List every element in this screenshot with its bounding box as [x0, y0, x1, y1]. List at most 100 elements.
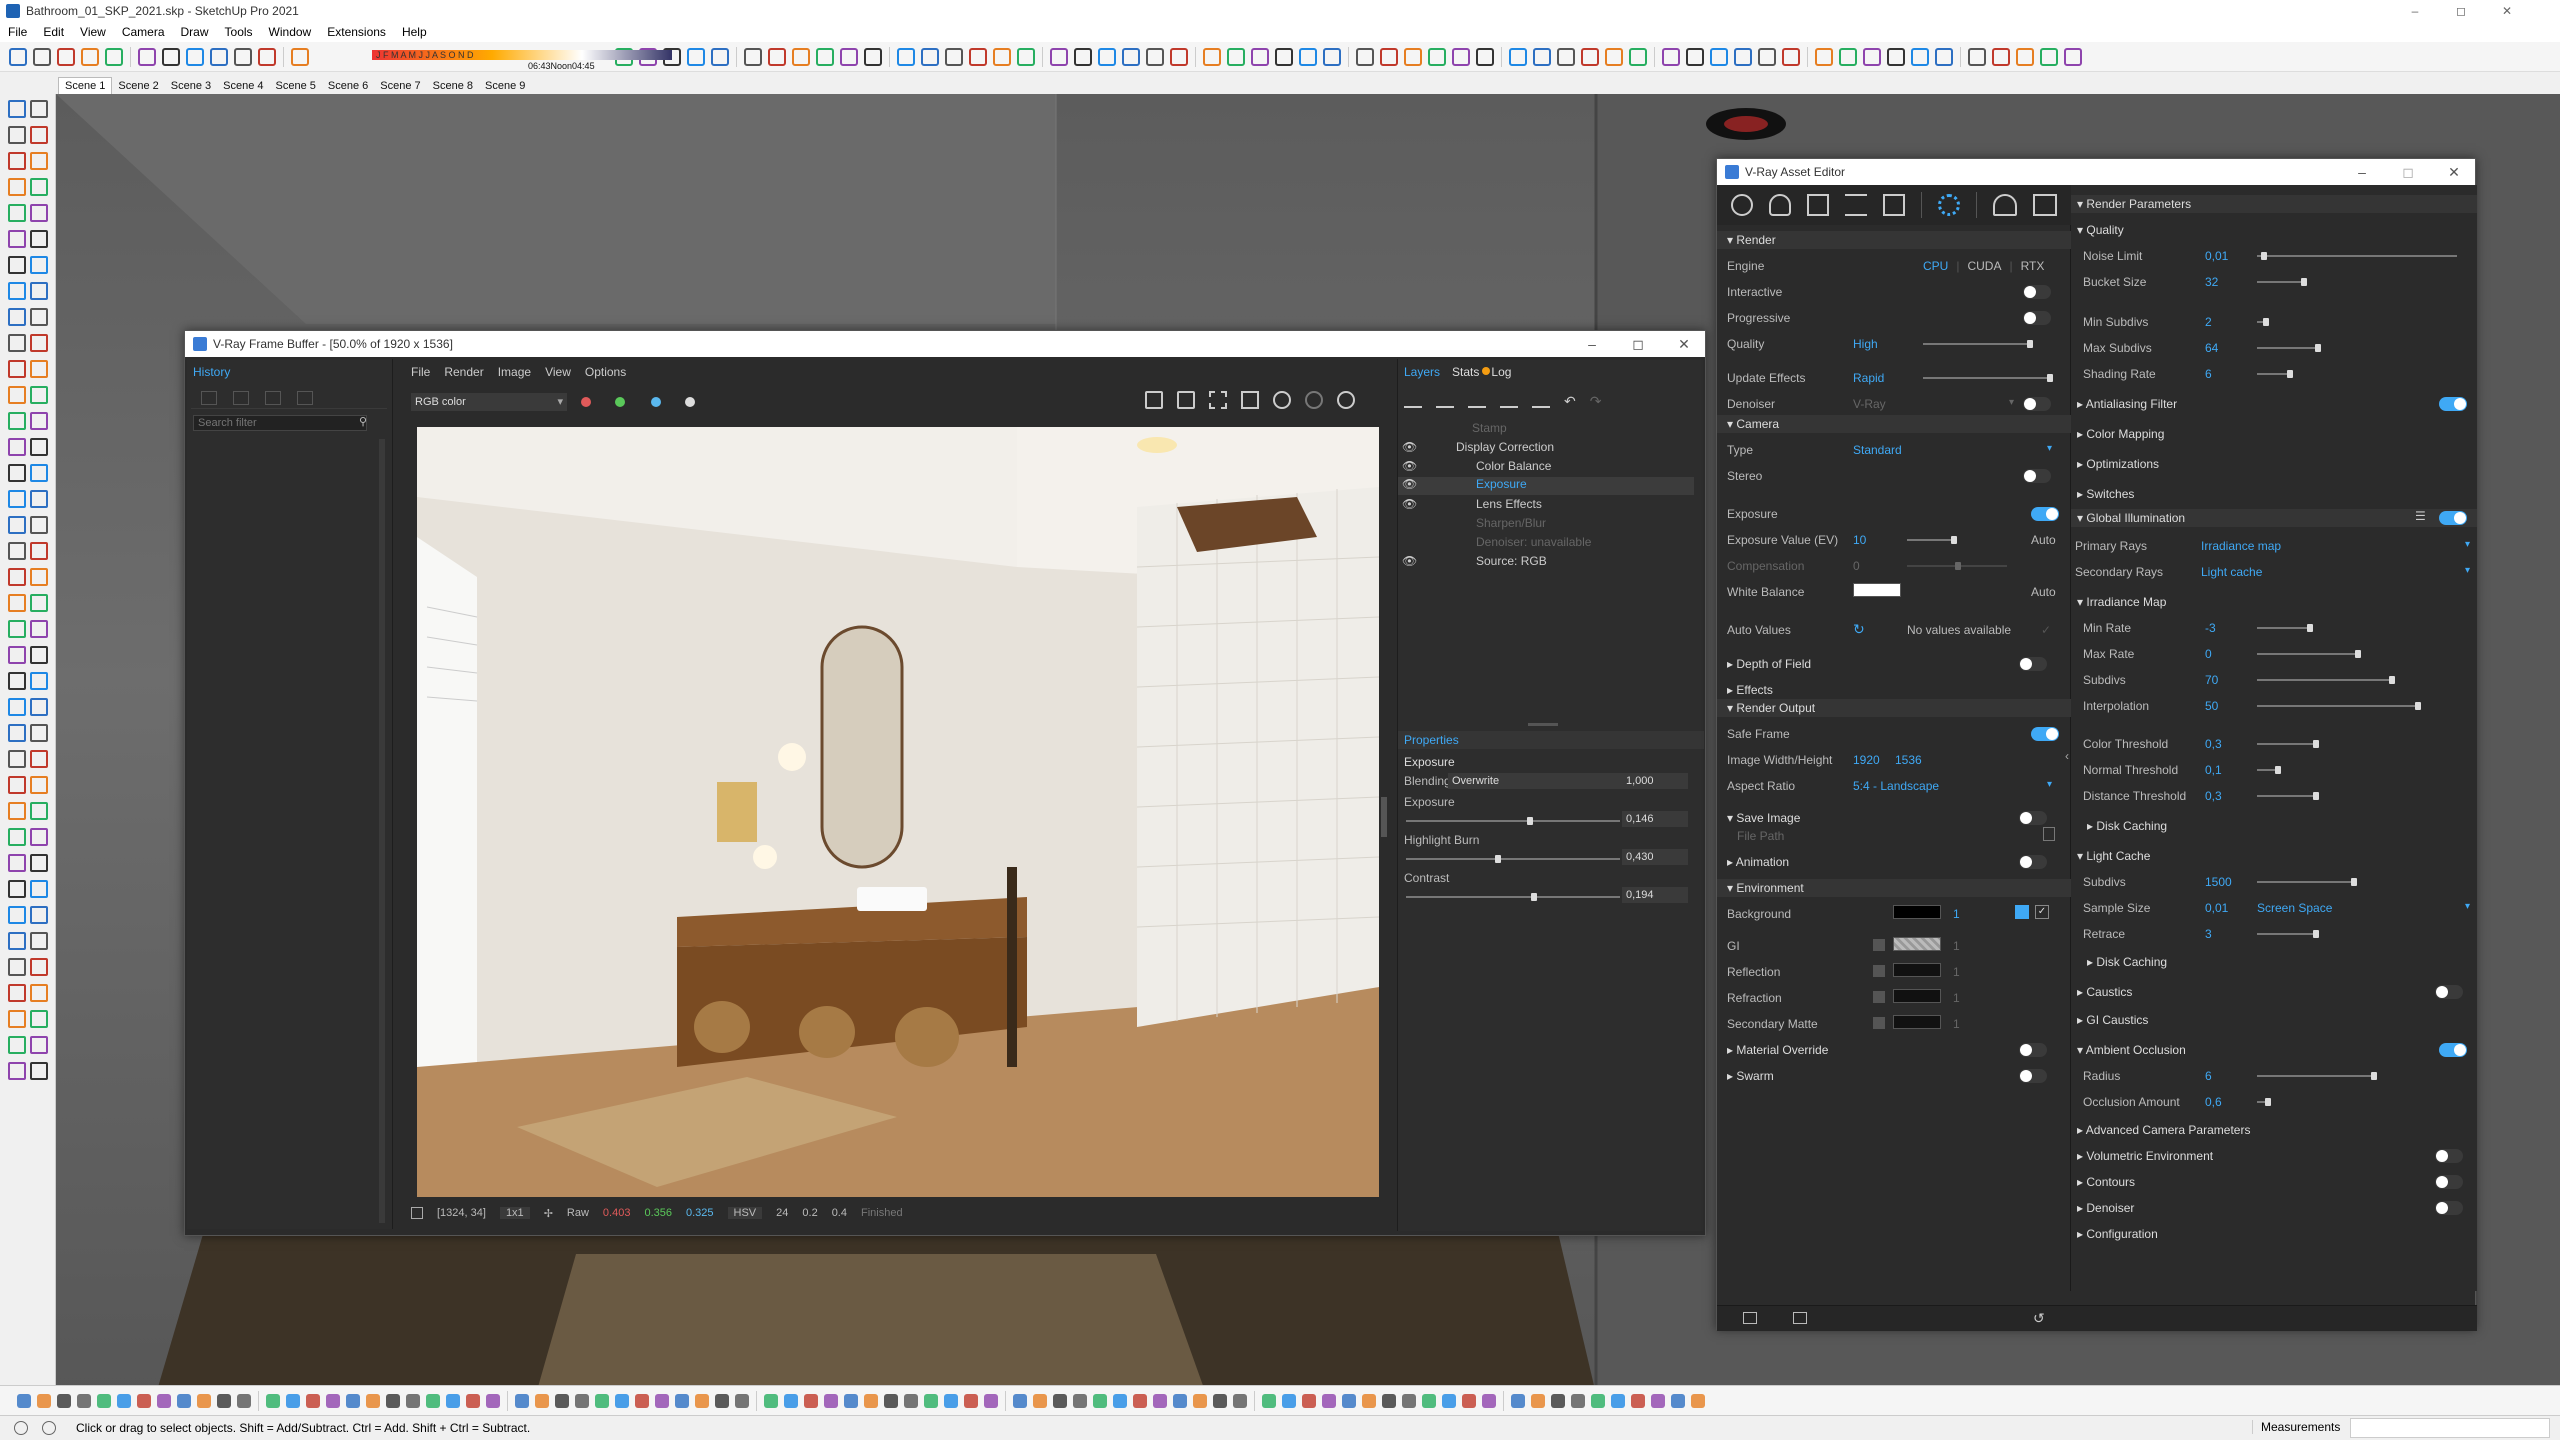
toolbar-tool-icon[interactable]	[1203, 47, 1221, 66]
extension-tool-icon[interactable]	[1262, 1393, 1276, 1408]
menu-draw[interactable]: Draw	[173, 25, 217, 39]
draw-tool-icon[interactable]	[30, 750, 48, 768]
layer-item[interactable]: Denoiser: unavailable	[1402, 535, 1591, 549]
min-subdivs-value[interactable]: 2	[2205, 315, 2212, 329]
toolbar-tool-icon[interactable]	[33, 47, 51, 66]
toolbar-tool-icon[interactable]	[1170, 47, 1188, 66]
vfb-menu-image[interactable]: Image	[498, 365, 531, 379]
optimizations-section-header[interactable]: ▸ Optimizations	[2077, 457, 2159, 471]
interpolation-slider[interactable]	[2257, 702, 2421, 710]
color-mode-select[interactable]: HSV	[727, 1207, 763, 1219]
toolbar-tool-icon[interactable]	[1758, 47, 1776, 66]
delete-layer-icon[interactable]	[1436, 394, 1454, 408]
draw-tool-icon[interactable]	[8, 100, 26, 118]
toolbar-tool-icon[interactable]	[1911, 47, 1929, 66]
layer-item[interactable]: 👁 Color Balance	[1402, 459, 1551, 473]
toolbar-tool-icon[interactable]	[687, 47, 705, 66]
extension-tool-icon[interactable]	[655, 1393, 669, 1408]
toolbar-tool-icon[interactable]	[1404, 47, 1422, 66]
toolbar-tool-icon[interactable]	[1662, 47, 1680, 66]
ao-radius-value[interactable]: 6	[2205, 1069, 2212, 1083]
extension-tool-icon[interactable]	[575, 1393, 589, 1408]
tab-scene-1[interactable]: Scene 1	[58, 77, 113, 94]
extension-tool-icon[interactable]	[944, 1393, 958, 1408]
sample-space-select[interactable]: Screen Space	[2257, 901, 2332, 915]
extension-tool-icon[interactable]	[306, 1393, 320, 1408]
green-channel-icon[interactable]	[615, 397, 625, 407]
draw-tool-icon[interactable]	[8, 724, 26, 742]
max-subdivs-slider[interactable]	[2257, 344, 2321, 352]
shading-rate-value[interactable]: 6	[2205, 367, 2212, 381]
draw-tool-icon[interactable]	[30, 230, 48, 248]
progressive-toggle[interactable]	[2023, 311, 2051, 325]
min-rate-slider[interactable]	[2257, 624, 2313, 632]
tab-scene-3[interactable]: Scene 3	[165, 78, 217, 94]
extension-tool-icon[interactable]	[1073, 1393, 1087, 1408]
ao-toggle[interactable]	[2439, 1043, 2467, 1057]
draw-tool-icon[interactable]	[8, 490, 26, 508]
draw-tool-icon[interactable]	[8, 906, 26, 924]
gi-color-swatch[interactable]	[1893, 937, 1941, 951]
reflection-color-swatch[interactable]	[1893, 963, 1941, 977]
denoiser-section-header[interactable]: ▸ Denoiser	[2077, 1201, 2134, 1215]
extension-tool-icon[interactable]	[1322, 1393, 1336, 1408]
draw-tool-icon[interactable]	[8, 152, 26, 170]
extension-tool-icon[interactable]	[1462, 1393, 1476, 1408]
subdivs-slider[interactable]	[2257, 676, 2395, 684]
extension-tool-icon[interactable]	[715, 1393, 729, 1408]
draw-tool-icon[interactable]	[30, 828, 48, 846]
render-params-header[interactable]: ▾ Render Parameters	[2077, 197, 2191, 211]
extension-tool-icon[interactable]	[137, 1393, 151, 1408]
draw-tool-icon[interactable]	[30, 256, 48, 274]
draw-tool-icon[interactable]	[30, 646, 48, 664]
draw-tool-icon[interactable]	[8, 698, 26, 716]
extension-tool-icon[interactable]	[286, 1393, 300, 1408]
extension-tool-icon[interactable]	[695, 1393, 709, 1408]
menu-extensions[interactable]: Extensions	[319, 25, 394, 39]
open-folder-icon[interactable]	[1743, 1312, 1757, 1324]
extension-tool-icon[interactable]	[984, 1393, 998, 1408]
pick-pixel-icon[interactable]	[411, 1207, 423, 1219]
animation-toggle[interactable]	[2019, 855, 2047, 869]
caustics-toggle[interactable]	[2435, 985, 2463, 999]
subdivs-value[interactable]: 70	[2205, 673, 2218, 687]
draw-tool-icon[interactable]	[30, 438, 48, 456]
toolbar-tool-icon[interactable]	[1146, 47, 1164, 66]
sample-size-value[interactable]: 0,01	[2205, 901, 2228, 915]
ae-maximize-button[interactable]: ◻	[2385, 159, 2431, 185]
draw-tool-icon[interactable]	[30, 724, 48, 742]
extension-tool-icon[interactable]	[1173, 1393, 1187, 1408]
toolbar-tool-icon[interactable]	[57, 47, 75, 66]
max-rate-slider[interactable]	[2257, 650, 2361, 658]
interpolation-value[interactable]: 50	[2205, 699, 2218, 713]
minimize-button[interactable]: –	[2392, 0, 2438, 22]
render-image[interactable]	[417, 427, 1379, 1197]
draw-tool-icon[interactable]	[8, 464, 26, 482]
render-output-section-header[interactable]: ▾ Render Output	[1727, 701, 1815, 715]
draw-tool-icon[interactable]	[30, 204, 48, 222]
draw-tool-icon[interactable]	[30, 334, 48, 352]
gi-toggle[interactable]	[2439, 511, 2467, 525]
material-override-toggle[interactable]	[2019, 1043, 2047, 1057]
draw-tool-icon[interactable]	[8, 854, 26, 872]
extension-tool-icon[interactable]	[1282, 1393, 1296, 1408]
extension-tool-icon[interactable]	[635, 1393, 649, 1408]
extension-tool-icon[interactable]	[515, 1393, 529, 1408]
reflection-override-checkbox[interactable]	[1873, 965, 1885, 977]
draw-tool-icon[interactable]	[8, 958, 26, 976]
update-effects-slider[interactable]	[1923, 374, 2053, 382]
texture-slot-icon[interactable]	[2015, 905, 2029, 919]
extension-tool-icon[interactable]	[1631, 1393, 1645, 1408]
contrast-slider[interactable]	[1406, 893, 1620, 901]
toolbar-tool-icon[interactable]	[1686, 47, 1704, 66]
region-render-icon[interactable]	[1209, 391, 1227, 409]
noise-limit-value[interactable]: 0,01	[2205, 249, 2228, 263]
save-settings-icon[interactable]	[1793, 1312, 1807, 1324]
draw-tool-icon[interactable]	[30, 412, 48, 430]
switches-section-header[interactable]: ▸ Switches	[2077, 487, 2134, 501]
exposure-slider[interactable]	[1406, 817, 1620, 825]
aspect-ratio-select[interactable]: 5:4 - Landscape	[1853, 779, 1939, 793]
blending-amount-input[interactable]: 1,000	[1622, 773, 1688, 789]
extension-tool-icon[interactable]	[535, 1393, 549, 1408]
extension-tool-icon[interactable]	[266, 1393, 280, 1408]
